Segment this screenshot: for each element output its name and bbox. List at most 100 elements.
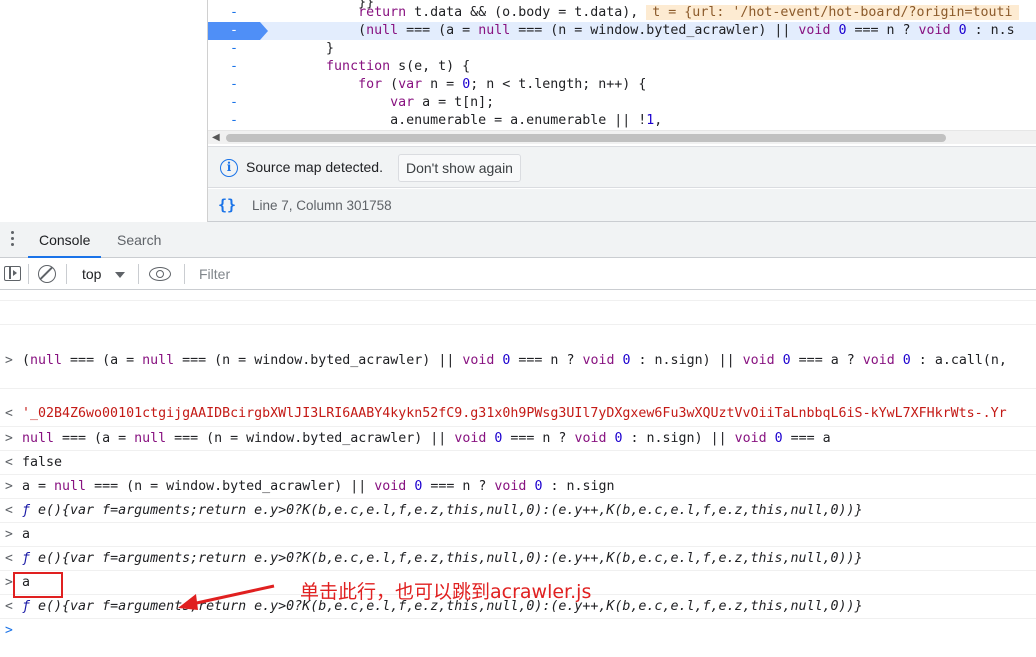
- console-token: ƒ: [22, 551, 39, 566]
- console-input-row[interactable]: > a: [0, 523, 1036, 547]
- context-selector[interactable]: top: [74, 263, 109, 285]
- console-input-row[interactable]: > null === (a = null === (n = window.byte…: [0, 427, 1036, 451]
- code-text: var a = t[n];: [262, 94, 494, 112]
- console-token: null: [54, 479, 87, 494]
- console-prompt[interactable]: >: [0, 619, 1036, 643]
- console-output-text[interactable]: ƒ e(){var f=arguments;return e.y>0?K(b,e…: [22, 551, 863, 566]
- horizontal-scrollbar[interactable]: ◀: [208, 130, 1036, 144]
- output-marker-icon: <: [5, 455, 13, 470]
- code-editor[interactable]: }} - return t.data && (o.body = t.data), t…: [208, 0, 1036, 130]
- dont-show-again-button[interactable]: Don't show again: [398, 154, 521, 182]
- console-input-text[interactable]: null === (a = null === (n = window.byted…: [22, 431, 831, 446]
- sources-pane: }} - return t.data && (o.body = t.data), t…: [0, 0, 1036, 222]
- console-input-text[interactable]: a = null === (n = window.byted_acrawler)…: [22, 479, 615, 494]
- prompt-chevron-icon: >: [5, 623, 13, 638]
- console-output-text[interactable]: ƒ e(){var f=arguments;return e.y>0?K(b,e…: [22, 503, 863, 518]
- console-token: a =: [22, 479, 55, 494]
- code-text: return t.data && (o.body = t.data), t = {…: [262, 4, 1019, 22]
- line-gutter-marker[interactable]: -: [208, 40, 260, 58]
- scrollbar-thumb[interactable]: [226, 134, 946, 142]
- inline-variable-value: t = {url: '/hot-event/hot-board/?origin=…: [646, 5, 1019, 20]
- console-input-text[interactable]: a: [22, 527, 30, 542]
- code-token: === (n = window.byted_acrawler) ||: [510, 23, 799, 38]
- line-gutter-marker[interactable]: -: [208, 58, 260, 76]
- code-token: ,: [654, 113, 663, 128]
- console-output-row[interactable]: < ƒ e(){var f=arguments;return e.y>0?K(b,…: [0, 547, 1036, 571]
- console-output-row[interactable]: < false: [0, 451, 1036, 475]
- toolbar-divider: [28, 264, 29, 284]
- code-line-paused[interactable]: - (null === (a = null === (n = window.by…: [208, 22, 1036, 40]
- code-line[interactable]: - for (var n = 0; n < t.length; n++) {: [208, 76, 1036, 94]
- code-line[interactable]: - return t.data && (o.body = t.data), t =…: [208, 4, 1036, 22]
- code-line[interactable]: - a.enumerable = a.enumerable || !1,: [208, 112, 1036, 130]
- code-token: === n ?: [846, 23, 919, 38]
- line-gutter-marker[interactable]: -: [208, 76, 260, 94]
- code-token: (: [382, 77, 399, 92]
- line-gutter-marker[interactable]: -: [208, 94, 260, 112]
- tab-search[interactable]: Search: [106, 222, 172, 258]
- scroll-left-icon[interactable]: ◀: [212, 132, 220, 143]
- code-token: ; n < t.length; n++) {: [470, 77, 647, 92]
- code-token: a = t[n];: [414, 95, 495, 110]
- console-token: ƒ: [22, 599, 39, 614]
- console-output-text[interactable]: '_02B4Z6wo00101ctgijgAAIDBcirgbXWlJI3LRI…: [22, 406, 1007, 421]
- console-token: null: [22, 431, 55, 446]
- code-line[interactable]: - var a = t[n];: [208, 94, 1036, 112]
- code-token: s(e, t) {: [390, 59, 471, 74]
- console-token: void: [462, 353, 495, 368]
- output-marker-icon: <: [5, 599, 13, 614]
- tab-console[interactable]: Console: [28, 222, 102, 258]
- source-map-infobar: i Source map detected. Don't show again: [208, 146, 1036, 188]
- clear-console-icon[interactable]: [38, 265, 56, 283]
- code-token: void: [798, 23, 831, 38]
- infobar-message: Source map detected.: [246, 159, 383, 175]
- console-token: === a: [782, 431, 831, 446]
- code-text: function s(e, t) {: [262, 58, 470, 76]
- pretty-print-icon[interactable]: {}: [218, 196, 236, 214]
- code-token: null: [478, 23, 511, 38]
- console-input-row[interactable]: > a = null === (n = window.byted_acrawler…: [0, 475, 1036, 499]
- code-token: return: [358, 5, 415, 20]
- annotation-highlight-box: [13, 572, 63, 598]
- console-token: 0: [782, 353, 791, 368]
- code-line[interactable]: - }: [208, 40, 1036, 58]
- file-navigator-panel: [0, 0, 208, 222]
- code-token: t.data && (o.body = t.data),: [414, 5, 639, 20]
- console-output-text[interactable]: false: [22, 455, 62, 470]
- console-token: : n.sign) ||: [622, 431, 735, 446]
- console-input-row[interactable]: > (null === (a = null === (n = window.byt…: [0, 349, 1036, 389]
- input-marker-icon: >: [5, 575, 13, 590]
- sidebar-toggle-icon[interactable]: [4, 266, 21, 281]
- code-token: (: [358, 23, 367, 38]
- line-gutter-marker[interactable]: -: [208, 4, 260, 22]
- code-token: === (a =: [398, 23, 479, 38]
- filter-input[interactable]: [193, 263, 1036, 285]
- console-output-row[interactable]: < ƒ e(){var f=arguments;return e.y>0?K(b,…: [0, 499, 1036, 523]
- console-token: [895, 353, 903, 368]
- annotation-label: 单击此行，也可以跳到acrawler.js: [300, 581, 592, 603]
- console-token: false: [22, 455, 63, 470]
- console-token: e(){var f=arguments;return e.y>0?K(b,e.c…: [38, 551, 863, 566]
- console-token: === n ?: [502, 431, 575, 446]
- line-gutter-marker[interactable]: -: [208, 112, 260, 130]
- console-token: void: [734, 431, 767, 446]
- annotation-arrow-icon: [178, 584, 275, 610]
- chevron-down-icon[interactable]: [115, 272, 125, 278]
- more-tabs-icon[interactable]: [8, 231, 16, 249]
- console-token: (: [22, 353, 31, 368]
- input-marker-icon: >: [5, 431, 13, 446]
- console-token: 0: [774, 431, 783, 446]
- console-output-row[interactable]: < '_02B4Z6wo00101ctgijgAAIDBcirgbXWlJI3LR…: [0, 402, 1036, 427]
- code-line[interactable]: - function s(e, t) {: [208, 58, 1036, 76]
- code-token: function: [326, 59, 391, 74]
- console-input-text[interactable]: (null === (a = null === (n = window.byte…: [22, 353, 1007, 368]
- console-token: === (n = window.byted_acrawler) ||: [174, 353, 463, 368]
- code-token: 0: [958, 23, 967, 38]
- line-gutter-marker[interactable]: -: [208, 22, 268, 40]
- live-expression-eye-icon[interactable]: [149, 267, 171, 281]
